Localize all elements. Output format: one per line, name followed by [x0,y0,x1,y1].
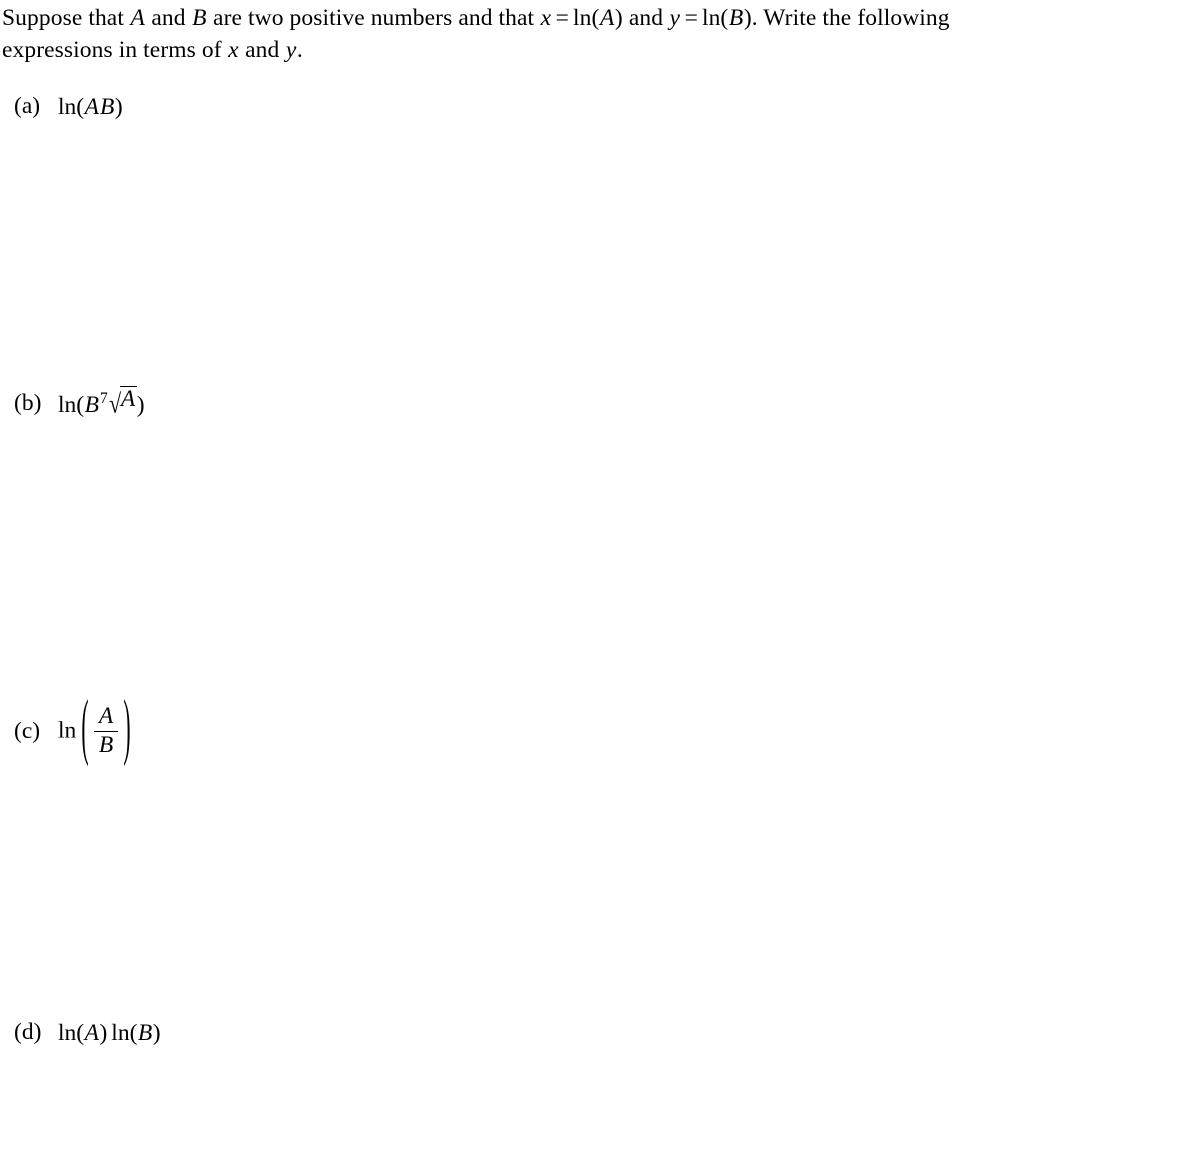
radical-base-B: B [84,392,99,418]
radical-sign: √ [108,389,121,419]
item-expression-b: ln(B7√A) [58,385,145,419]
answer-space-a[interactable] [14,130,1174,385]
prompt-text-3: are two positive numbers and that [207,5,541,31]
item-label-d: (d) [14,1019,42,1045]
fraction: AB [94,703,119,758]
variable-B: B [192,5,207,31]
paren-close: ) [114,93,123,120]
paren-close: ) [123,687,131,770]
paren-close-A: ) [614,5,623,31]
paren-close-B: ) [743,5,752,31]
square-root-icon: √A [108,385,137,419]
prompt-text-8: . [296,37,303,63]
paren-open: ( [81,687,89,770]
problem-item-b: (b) ln(B7√A) [14,385,145,419]
answer-space-c[interactable] [14,770,1174,1010]
exponent-7: 7 [99,390,108,408]
ln-operator-B: ln [701,5,721,31]
paren-close-first: ) [99,1019,108,1046]
item-label-b: (b) [14,390,42,417]
variable-y: y [669,5,681,31]
variable-B-arg: B [728,5,744,31]
answer-space-b[interactable] [14,432,1174,682]
problem-statement: Suppose that A and B are two positive nu… [2,2,1174,66]
paren-open: ( [76,392,85,418]
item-label-a: (a) [14,93,41,119]
radicand-A: A [120,385,137,412]
problem-item-d: (d) ln(A) ln(B) [14,1019,161,1046]
paren-open: ( [76,93,85,120]
item-label-c: (c) [14,717,41,744]
variable-x-2: x [228,37,239,63]
fraction-denominator-B: B [98,732,114,758]
ln-operator: ln [58,717,77,744]
equals-sign-x: = [555,5,570,31]
problem-item-a: (a) ln(AB) [14,93,123,120]
operand-A: A [84,93,99,120]
variable-A-arg: A [599,5,615,31]
item-expression-a: ln(AB) [58,93,123,120]
paren-close: ) [136,392,145,418]
prompt-text-1: Suppose that [2,5,130,31]
prompt-text-2: and [145,5,192,31]
variable-y-2: y [285,37,297,63]
item-expression-c: ln(A B) [58,692,131,764]
problem-statement-line2: expressions in terms of x and y. [2,34,1174,66]
answer-space-d[interactable] [14,1060,1174,1145]
operand-B: B [99,93,115,120]
problem-item-c: (c) ln(A B) [14,692,131,764]
prompt-text-7: and [239,37,286,63]
variable-A: A [130,5,145,31]
ln-operator: ln [58,392,77,418]
operand-B: B [137,1019,153,1046]
variable-x: x [540,5,552,31]
fraction-numerator-A: A [98,703,114,729]
item-expression-d: ln(A) ln(B) [58,1019,161,1046]
fenced-fraction: (A B) [81,692,131,764]
ln-operator-second: ln [111,1019,130,1046]
operand-A: A [84,1019,99,1046]
ln-operator-first: ln [58,1019,77,1046]
paren-close-second: ) [152,1019,161,1046]
equals-sign-y: = [684,5,698,31]
prompt-text-6: expressions in terms of [2,37,228,63]
prompt-text-5: Write the following [757,5,950,31]
ln-operator-A: ln [573,5,592,31]
paren-open-first: ( [76,1019,85,1046]
prompt-text-4: and [622,5,670,31]
ln-operator: ln [58,93,77,120]
